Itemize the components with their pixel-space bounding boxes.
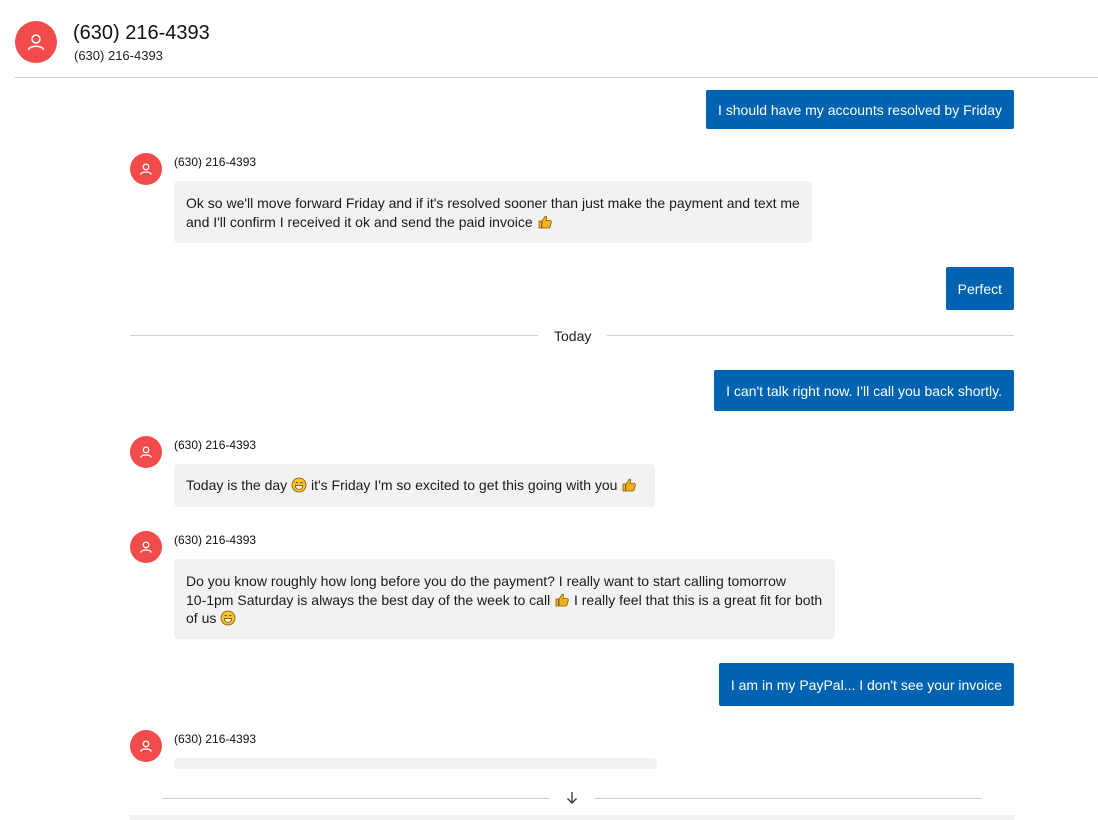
message-text: I am in my PayPal... I don't see your in… [730,676,1002,693]
outgoing-message[interactable]: I should have my accounts resolved by Fr… [705,90,1014,129]
incoming-message[interactable] [174,758,657,769]
message-text: Today is the day [186,477,288,493]
sender-avatar[interactable] [130,730,162,762]
arrow-down-icon [567,792,577,804]
message-line: Do you know roughly how long before you … [186,573,786,589]
sender-name: (630) 216-4393 [174,732,257,746]
grinning-emoji [291,477,307,493]
contact-subtitle: (630) 216-4393 [74,48,163,63]
message-line: I really feel that this is a great fit f… [573,591,823,608]
person-icon [140,541,152,553]
scroll-divider [595,798,982,799]
day-separator-label: Today [554,328,592,344]
message-text: it's Friday I'm so excited to get this g… [310,477,618,493]
message-line: Ok so we'll move forward Friday and if i… [186,195,800,211]
outgoing-message[interactable]: Perfect [945,267,1014,310]
thumbs-up-emoji [555,593,569,606]
message-text: I should have my accounts resolved by Fr… [717,101,1002,118]
contact-title: (630) 216-4393 [73,22,210,44]
outgoing-message[interactable]: I am in my PayPal... I don't see your in… [718,663,1014,706]
incoming-message[interactable]: Ok so we'll move forward Friday and if i… [174,181,812,243]
message-composer[interactable] [130,815,1014,820]
day-separator-line [607,335,1014,336]
sender-avatar[interactable] [130,436,162,468]
message-line-with-emoji: and I'll confirm I received it ok and se… [186,213,800,232]
thumbs-up-emoji [622,478,637,492]
message-line-with-emoji: 10-1pm Saturday is always the best day o… [186,591,823,610]
thumbs-up-emoji [538,215,552,228]
message-text: I can't talk right now. I'll call you ba… [726,382,1002,399]
sender-name: (630) 216-4393 [174,533,257,547]
day-separator-line [130,335,538,336]
sender-name: (630) 216-4393 [174,155,257,169]
person-icon [27,34,45,51]
grinning-emoji [220,610,236,626]
message-list-clip [0,769,1098,820]
outgoing-message[interactable]: I can't talk right now. I'll call you ba… [714,370,1014,411]
person-icon [140,163,152,175]
sender-avatar[interactable] [130,153,162,185]
sender-avatar[interactable] [130,531,162,563]
message-line: 10-1pm Saturday is always the best day o… [186,591,551,608]
message-text: Perfect [957,280,1002,297]
message-line: and I'll confirm I received it ok and se… [186,213,533,230]
person-icon [140,740,152,752]
incoming-message[interactable]: Today is the day it's Friday I'm so exci… [174,464,655,507]
scroll-to-bottom-button[interactable] [562,789,582,807]
scroll-divider [162,798,549,799]
incoming-message[interactable]: Do you know roughly how long before you … [174,559,835,639]
message-line-with-emoji: of us [186,609,823,628]
contact-avatar[interactable] [15,21,57,63]
conversation-header: (630) 216-4393 (630) 216-4393 [0,0,1098,78]
message-list[interactable]: I should have my accounts resolved by Fr… [0,78,1098,820]
person-icon [140,446,152,458]
message-line: of us [186,610,217,626]
sender-name: (630) 216-4393 [174,438,257,452]
